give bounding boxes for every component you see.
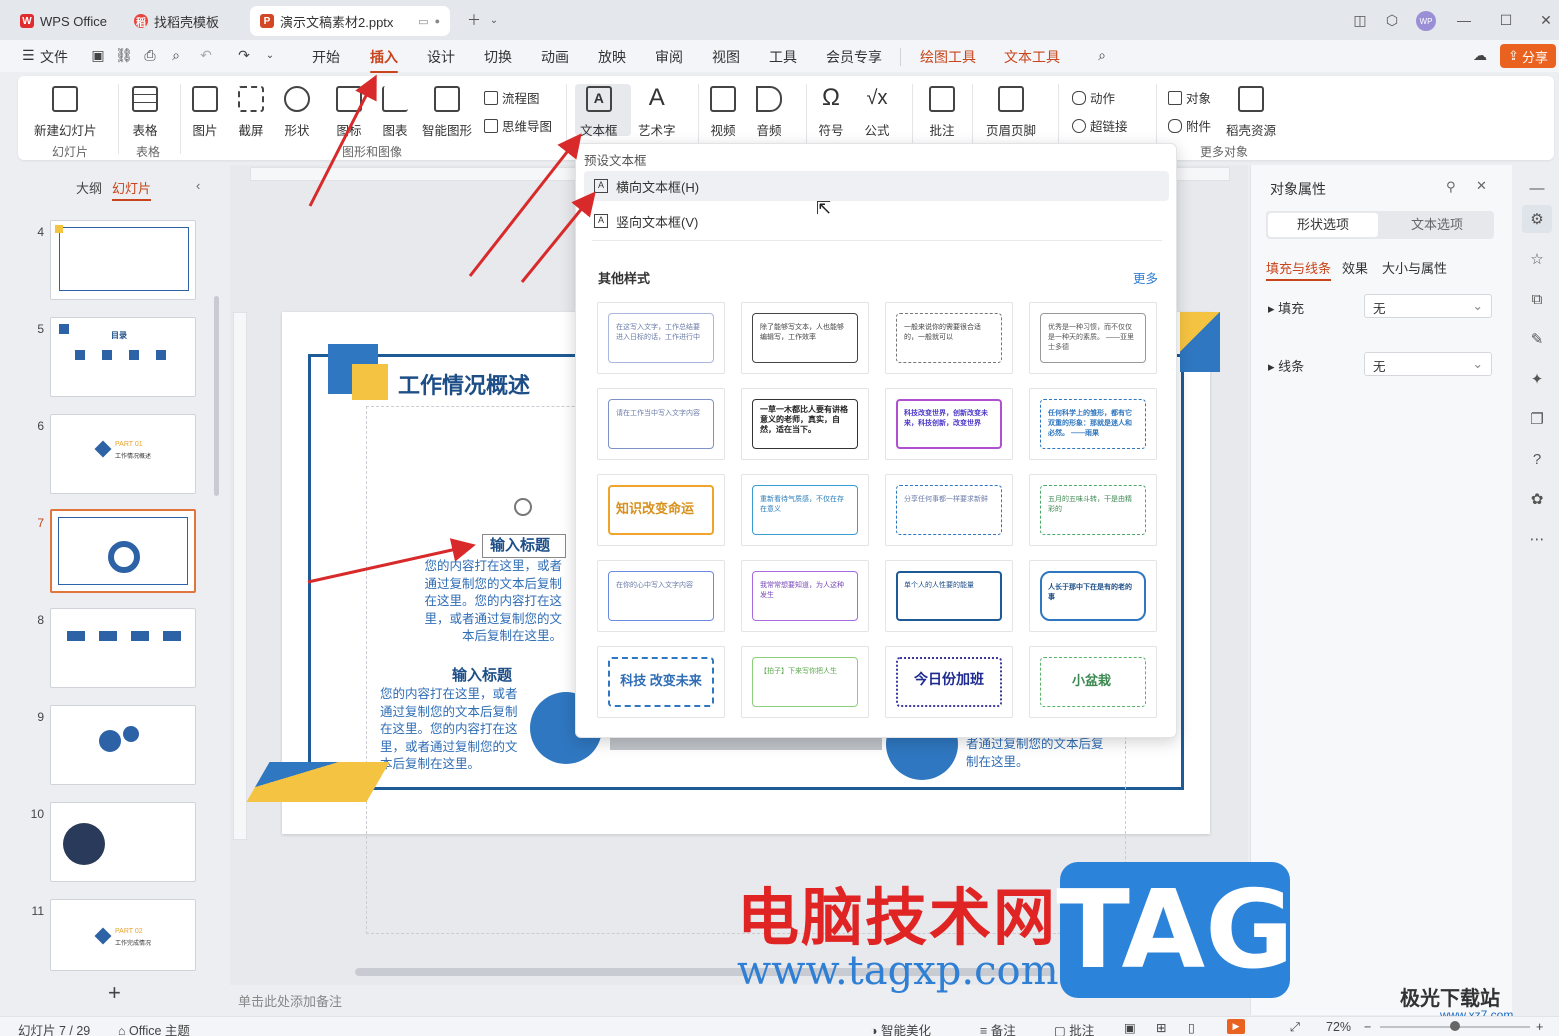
- annotation-arrows: [307, 74, 596, 584]
- arrow-to-insert-menu: [308, 74, 377, 207]
- arrow-to-textbox-button: [468, 133, 582, 277]
- arrow-to-horizontal-textbox: [520, 191, 596, 283]
- arrow-to-slide-textbox: [307, 538, 476, 584]
